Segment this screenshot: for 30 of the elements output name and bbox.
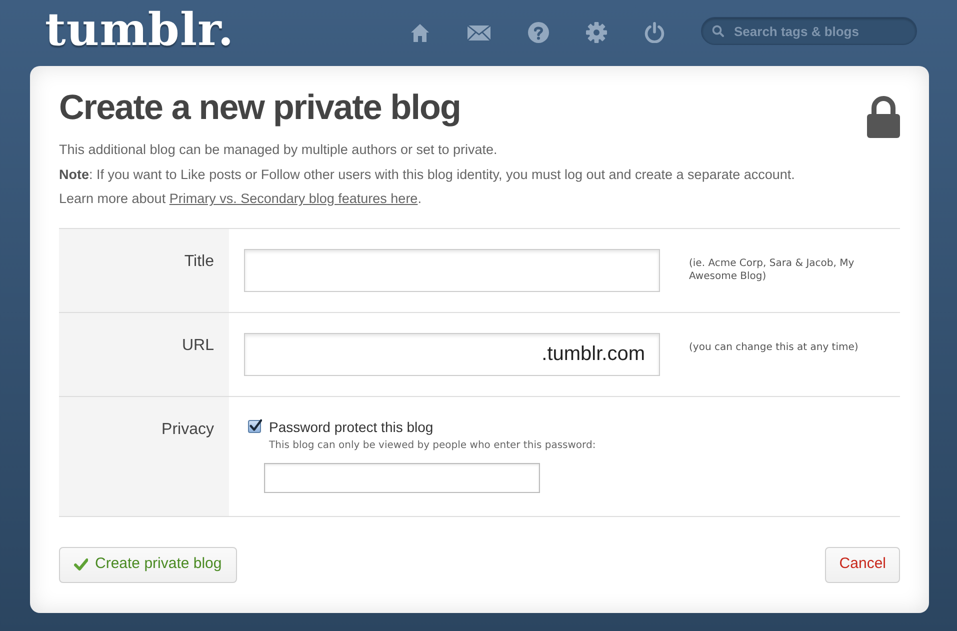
domain-suffix: .tumblr.com <box>542 344 645 364</box>
power-icon[interactable] <box>644 22 665 43</box>
title-input[interactable] <box>244 248 660 292</box>
field-label: Title <box>184 252 214 272</box>
mail-icon[interactable] <box>467 24 491 40</box>
field-hint: (you can change this at any time) <box>689 340 860 354</box>
password-description: This blog can only be viewed by people who enter this password: <box>269 438 596 452</box>
search-icon <box>712 25 724 37</box>
field-hint: (ie. Acme Corp, Sara & Jacob, My Awesome Blog) <box>689 256 856 282</box>
search-field[interactable]: Search tags & blogs <box>701 17 917 45</box>
settings-icon[interactable] <box>586 22 607 43</box>
password-checkbox[interactable] <box>248 420 261 433</box>
field-label: URL <box>182 336 214 356</box>
check-icon <box>74 558 88 571</box>
check-icon <box>249 419 262 432</box>
features-link[interactable]: Primary vs. Secondary blog features here <box>169 191 418 206</box>
learn-more-text: Learn more about Primary vs. Secondary blog features here. <box>59 190 422 208</box>
description-text: This additional blog can be managed by multiple authors or set to private. <box>59 141 498 159</box>
description-text: Note: If you want to Like posts or Follow other users with this blog identity, you must log out and create a separate account. <box>59 166 796 184</box>
help-icon[interactable] <box>528 22 549 43</box>
lock-icon <box>867 96 900 138</box>
tumblr-logo[interactable]: tumblr. <box>45 6 234 52</box>
checkbox-label[interactable]: Password protect this blog <box>269 418 434 436</box>
field-label: Privacy <box>162 420 214 440</box>
cancel-button[interactable]: Cancel <box>825 546 900 582</box>
url-input[interactable]: .tumblr.com <box>244 332 660 376</box>
password-input[interactable] <box>264 462 540 492</box>
page-title: Create a new private blog <box>59 87 461 129</box>
home-icon[interactable] <box>410 23 430 42</box>
create-blog-button[interactable]: Create private blog <box>59 546 237 582</box>
